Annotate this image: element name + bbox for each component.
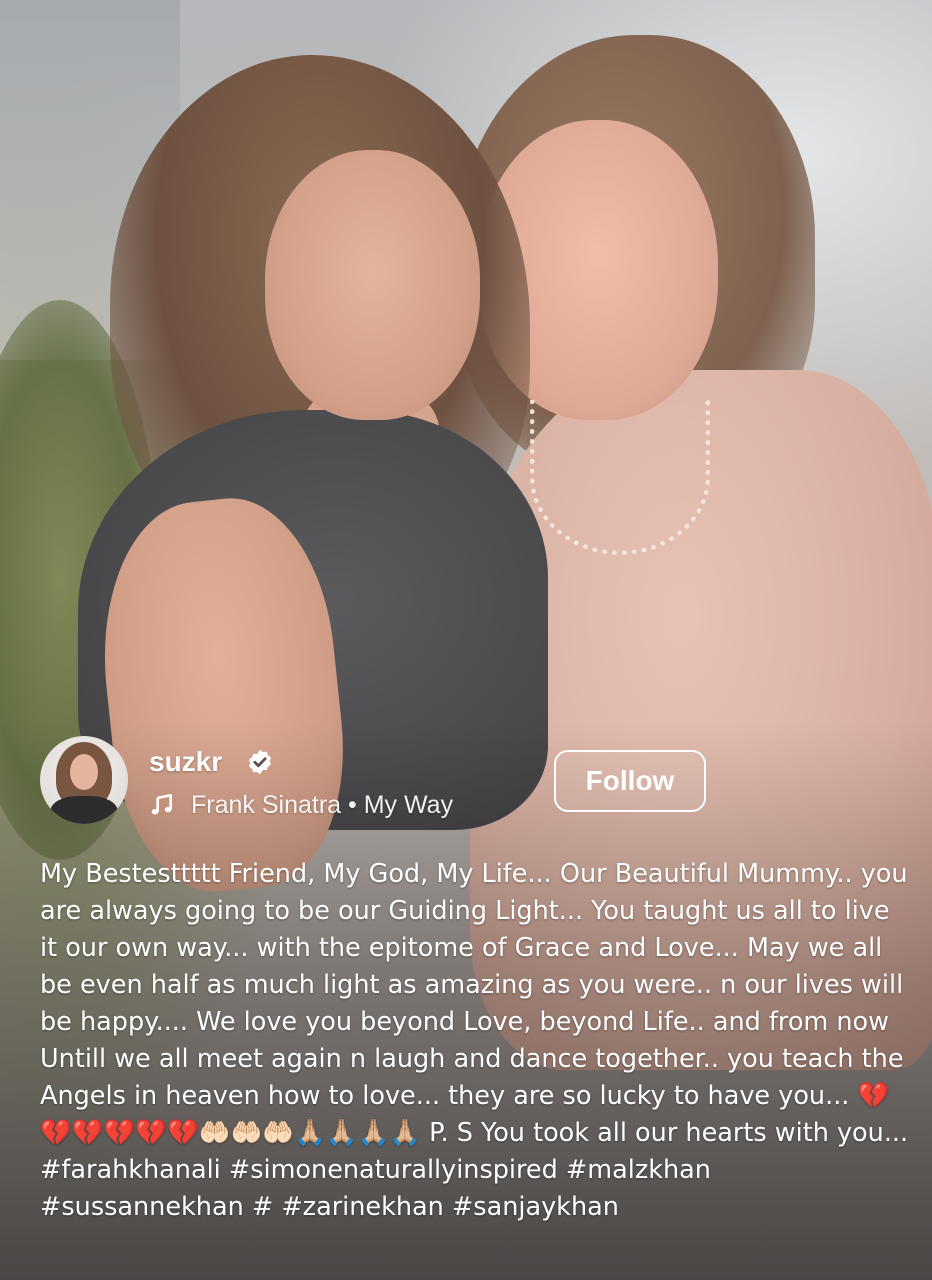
pearl-necklace bbox=[530, 400, 710, 555]
follow-button[interactable]: Follow bbox=[554, 750, 706, 812]
post-caption[interactable]: My Bestesttttt Friend, My God, My Life..… bbox=[40, 856, 910, 1226]
audio-artist: Frank Sinatra bbox=[191, 791, 342, 819]
username[interactable]: suzkr bbox=[149, 746, 222, 778]
post-author-row: suzkr Frank Sinatra • My Way Follow bbox=[40, 736, 900, 828]
avatar[interactable] bbox=[40, 736, 128, 824]
audio-track-link[interactable]: Frank Sinatra • My Way bbox=[191, 791, 453, 820]
audio-separator: • bbox=[348, 791, 357, 819]
verified-badge-icon bbox=[249, 749, 271, 775]
audio-track: My Way bbox=[363, 791, 454, 819]
left-person-face bbox=[265, 150, 480, 420]
music-note-icon bbox=[151, 793, 172, 815]
reel-screen: suzkr Frank Sinatra • My Way Follow My B… bbox=[0, 0, 932, 1280]
